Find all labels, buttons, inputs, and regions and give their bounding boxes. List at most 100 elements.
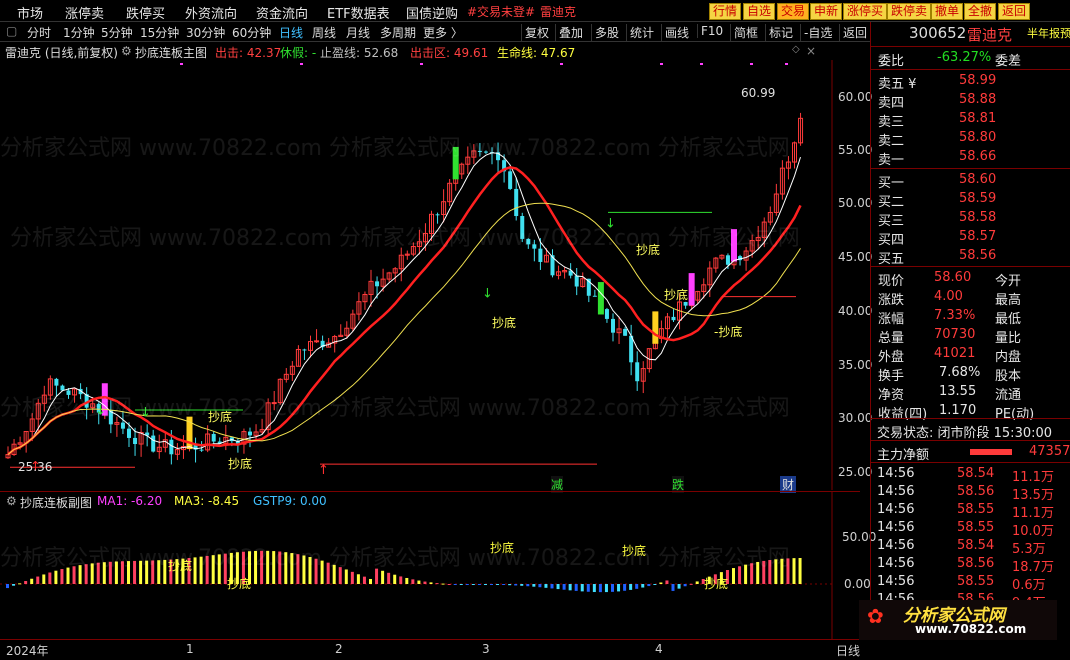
stat-label: 最高	[995, 293, 1022, 308]
tick-row: 14:56 58.55 0.6万	[871, 573, 1070, 593]
stat-value: 13.55	[939, 384, 977, 399]
period-30min[interactable]: 30分钟	[186, 24, 225, 41]
oscillator-bar	[205, 555, 209, 584]
tick-price: 58.56	[957, 484, 995, 499]
stat-row: 外盘 41021 内盘	[871, 345, 1070, 365]
report-tag[interactable]: 半年报预披	[1027, 25, 1070, 41]
menu-item-foreign-flow[interactable]: 外资流向	[185, 3, 237, 22]
oscillator-bar	[568, 584, 572, 591]
x-tick: 2024年	[6, 644, 49, 658]
oscillator-bar	[550, 584, 554, 589]
mark-button[interactable]: 标记	[765, 24, 796, 41]
stat-value: 58.60	[934, 270, 972, 285]
oscillator-bar	[520, 584, 524, 586]
multi-stock-button[interactable]: 多股	[591, 24, 622, 41]
diamond-icon: ◇	[792, 44, 800, 55]
top-marker	[420, 63, 423, 65]
period-5min[interactable]: 5分钟	[101, 24, 133, 41]
period-weekly[interactable]: 周线	[312, 24, 336, 41]
stock-tag: 雷迪克	[540, 5, 577, 19]
period-1min[interactable]: 1分钟	[63, 24, 95, 41]
remove-watch-button[interactable]: -自选	[800, 24, 835, 41]
sub-indicator-panel[interactable]: ⚙ 抄底连板副图 MA1: -6.20 MA3: -8.45 GSTP9: 0.…	[0, 491, 876, 640]
period-monthly[interactable]: 月线	[346, 24, 370, 41]
stat-value: 70730	[934, 327, 976, 342]
bid-label: 买五	[878, 252, 905, 267]
tick-time: 14:56	[877, 466, 915, 481]
candle-down	[169, 439, 174, 455]
f10-button[interactable]: F10	[697, 24, 726, 38]
period-multi[interactable]: 多周期	[380, 24, 416, 41]
period-daily[interactable]: 日线	[279, 24, 303, 41]
stats-button[interactable]: 统计	[626, 24, 657, 41]
quote-button[interactable]: 行情	[709, 3, 742, 20]
limitdown-sell-button[interactable]: 跌停卖	[887, 3, 932, 20]
oscillator-bar	[387, 572, 391, 584]
candle-down	[211, 434, 216, 442]
panel-icon[interactable]: ▢	[6, 24, 17, 38]
limitup-buy-button[interactable]: 涨停买	[843, 3, 888, 20]
period-indicator[interactable]: 日线	[836, 642, 860, 659]
oscillator-bar	[127, 561, 130, 584]
oscillator-bar	[151, 560, 155, 584]
ipo-button[interactable]: 申新	[810, 3, 843, 20]
oscillator-bar	[199, 556, 203, 584]
settings-icon[interactable]: ⚙	[121, 44, 132, 58]
sub-signal-label: 抄底	[704, 577, 729, 591]
menu-item-repo[interactable]: 国债逆购	[406, 3, 458, 22]
period-more[interactable]: 更多 〉	[423, 24, 463, 41]
stat-label: 收益(四)	[878, 407, 928, 422]
draw-button[interactable]: 画线	[661, 24, 692, 41]
indicator-title-bar: 雷迪克 (日线,前复权) ⚙ 抄底连板主图 出击: 42.37 休假: - 止盈…	[0, 43, 860, 61]
oscillator-bar	[278, 551, 282, 584]
ask-row: 卖三 58.81	[871, 110, 1070, 130]
menu-item-capital-flow[interactable]: 资金流向	[256, 3, 308, 22]
candle-down	[248, 431, 252, 436]
close-panel-icon[interactable]: ×	[806, 44, 816, 58]
trade-state: 交易状态: 闭市阶段 15:30:00	[877, 426, 1053, 441]
period-back-button[interactable]: 返回	[839, 24, 870, 41]
oscillator-bar	[532, 584, 536, 587]
tick-price: 58.54	[957, 538, 995, 553]
period-tick[interactable]: 分时	[27, 24, 51, 41]
period-60min[interactable]: 60分钟	[232, 24, 271, 41]
oscillator-bar	[611, 584, 614, 592]
menu-item-market[interactable]: 市场	[17, 3, 43, 22]
adjust-button[interactable]: 复权	[521, 24, 552, 41]
menu-item-limitup-sell[interactable]: 涨停卖	[65, 3, 104, 22]
oscillator-bar	[471, 584, 475, 585]
bid-label: 买四	[878, 233, 905, 248]
sub-settings-icon[interactable]: ⚙	[6, 494, 17, 508]
back-button[interactable]: 返回	[998, 3, 1031, 20]
x-tick: 3	[482, 642, 490, 656]
simple-frame-button[interactable]: 简框	[730, 24, 761, 41]
stat-value: 7.68%	[939, 365, 981, 380]
oscillator-bar	[792, 558, 796, 584]
oscillator-bar	[447, 583, 451, 585]
buy-signal-label: 抄底	[228, 457, 253, 471]
menu-item-etf[interactable]: ETF数据表	[327, 3, 390, 22]
watchlist-button[interactable]: 自选	[743, 3, 776, 20]
x-tick: 2	[335, 642, 343, 656]
cancel-order-button[interactable]: 撤单	[931, 3, 964, 20]
kline-chart[interactable]: ↓ ↓ ↓ ↓ ↑ ↑ 分析家公式网 www.70822.com 分析家公式网 www.7…	[0, 60, 872, 493]
sub-indicator-name[interactable]: 抄底连板副图	[20, 494, 92, 511]
period-15min[interactable]: 15分钟	[140, 24, 179, 41]
oscillator-bar	[592, 584, 596, 593]
menu-item-limitdown-buy[interactable]: 跌停买	[126, 3, 165, 22]
y-tick: 25.00	[838, 465, 873, 479]
tick-price: 58.55	[957, 502, 995, 517]
oscillator-bar	[538, 584, 542, 588]
oscillator-bar	[78, 565, 82, 584]
oscillator-bar	[641, 584, 645, 588]
trade-button[interactable]: 交易	[777, 3, 810, 20]
ask-label: 卖四	[878, 96, 905, 111]
login-notice[interactable]: #交易未登#	[467, 3, 535, 20]
indicator-name[interactable]: 抄底连板主图	[135, 44, 207, 61]
oscillator-bar	[139, 560, 143, 584]
ask-row: 卖五 ¥ 58.99	[871, 72, 1070, 92]
tick-time: 14:56	[877, 556, 915, 571]
cancel-all-button[interactable]: 全撤	[964, 3, 997, 20]
overlay-button[interactable]: 叠加	[555, 24, 586, 41]
buy-signal-label: -抄底	[714, 325, 743, 339]
